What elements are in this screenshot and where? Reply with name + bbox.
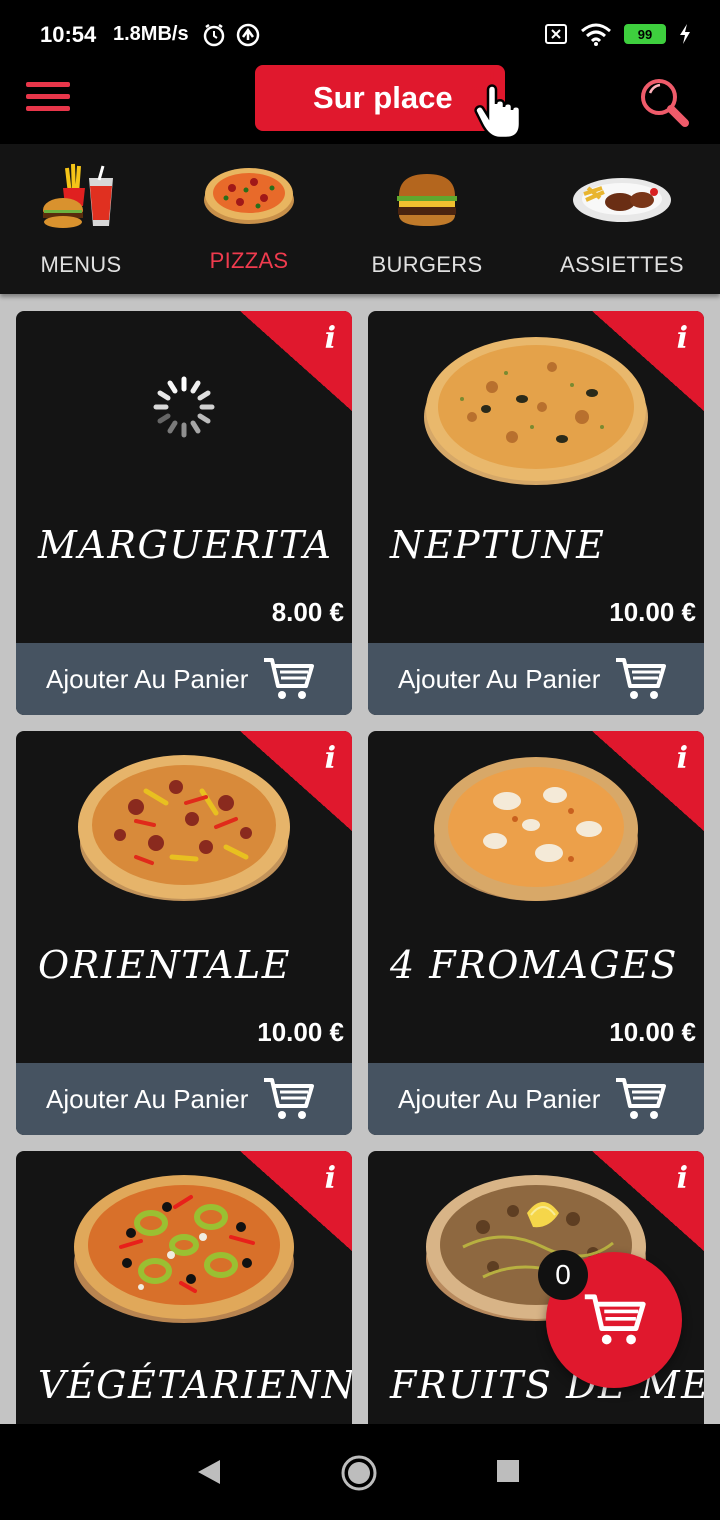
info-icon[interactable]: i	[325, 1161, 336, 1196]
product-card-orientale[interactable]: i ORIENTALE 10.00 € Ajouter Au Panier	[16, 731, 352, 1135]
add-to-cart-button[interactable]: Ajouter Au Panier	[16, 1063, 352, 1135]
category-pizzas-label: PIZZAS	[209, 248, 289, 273]
product-name: 4 FROMAGES	[390, 943, 678, 987]
battery-icon: 99	[624, 24, 666, 44]
wifi-icon	[581, 23, 611, 46]
sur-place-button[interactable]: Sur place	[255, 65, 505, 131]
category-burgers-label: BURGERS	[371, 252, 483, 277]
cart-icon	[616, 658, 667, 699]
system-nav-bar	[0, 1424, 720, 1520]
add-to-cart-button[interactable]: Ajouter Au Panier	[368, 1063, 704, 1135]
status-time: 10:54	[40, 22, 97, 47]
product-name: MARGUERITA	[38, 523, 333, 567]
recent-apps-icon[interactable]	[497, 1460, 519, 1482]
category-burgers[interactable]: BURGERS	[366, 144, 488, 294]
info-icon[interactable]: i	[677, 1161, 688, 1196]
cart-count-badge: 0	[538, 1250, 588, 1300]
product-price: 10.00 €	[609, 597, 696, 627]
back-icon[interactable]	[196, 1458, 222, 1486]
product-name: ORIENTALE	[38, 943, 291, 987]
add-to-cart-button[interactable]: Ajouter Au Panier	[16, 643, 352, 715]
status-icons: 99	[544, 22, 692, 46]
battery-level: 99	[637, 26, 653, 42]
add-to-cart-label: Ajouter Au Panier	[398, 663, 601, 694]
category-assiettes-label: ASSIETTES	[560, 252, 684, 277]
product-card-4-fromages[interactable]: i 4 FROMAGES 10.00 € Ajouter Au Panier	[368, 731, 704, 1135]
sim-off-icon	[545, 24, 567, 44]
mode-button-label: Sur place	[313, 80, 453, 115]
add-to-cart-button[interactable]: Ajouter Au Panier	[368, 643, 704, 715]
info-icon[interactable]: i	[677, 741, 688, 776]
app-header: Sur place	[0, 62, 720, 144]
product-price: 10.00 €	[609, 1017, 696, 1047]
loading-spinner-icon	[153, 376, 215, 438]
cart-icon	[264, 658, 315, 699]
product-name: NEPTUNE	[390, 523, 606, 567]
product-card-marguerita[interactable]: i MARGUERITA 8.00 € Ajouter Au Panier	[16, 311, 352, 715]
burger-icon	[397, 174, 457, 226]
add-to-cart-label: Ajouter Au Panier	[46, 663, 249, 694]
info-icon[interactable]: i	[677, 321, 688, 356]
category-menus[interactable]: MENUS	[20, 144, 142, 294]
category-pizzas[interactable]: PIZZAS	[188, 144, 310, 294]
cart-icon	[616, 1078, 667, 1119]
add-to-cart-label: Ajouter Au Panier	[398, 1083, 601, 1114]
info-icon[interactable]: i	[325, 741, 336, 776]
product-name: VÉGÉTARIENNE	[38, 1363, 352, 1407]
product-price: 10.00 €	[257, 1017, 344, 1047]
menu-combo-icon	[43, 163, 113, 228]
product-price: 8.00 €	[271, 597, 344, 627]
category-menus-label: MENUS	[40, 252, 122, 277]
category-assiettes[interactable]: ASSIETTES	[556, 144, 688, 294]
status-speed: 1.8MB/s	[113, 23, 189, 45]
category-bar: MENUS PIZZAS BURGERS ASSIETTES	[0, 144, 720, 294]
pizza-icon	[204, 168, 294, 224]
pointing-hand-icon	[471, 72, 522, 140]
charging-icon	[680, 24, 690, 44]
info-icon[interactable]: i	[325, 321, 336, 356]
hamburger-menu-icon[interactable]	[26, 82, 70, 118]
search-icon[interactable]	[638, 76, 690, 133]
status-bar: 10:54 1.8MB/s 99	[0, 0, 720, 70]
plate-icon	[573, 178, 671, 222]
cart-icon	[264, 1078, 315, 1119]
alarm-icon	[200, 22, 260, 53]
home-icon[interactable]	[340, 1454, 378, 1492]
cart-icon	[584, 1294, 646, 1345]
product-card-neptune[interactable]: i NEPTUNE 10.00 € Ajouter Au Panier	[368, 311, 704, 715]
add-to-cart-label: Ajouter Au Panier	[46, 1083, 249, 1114]
